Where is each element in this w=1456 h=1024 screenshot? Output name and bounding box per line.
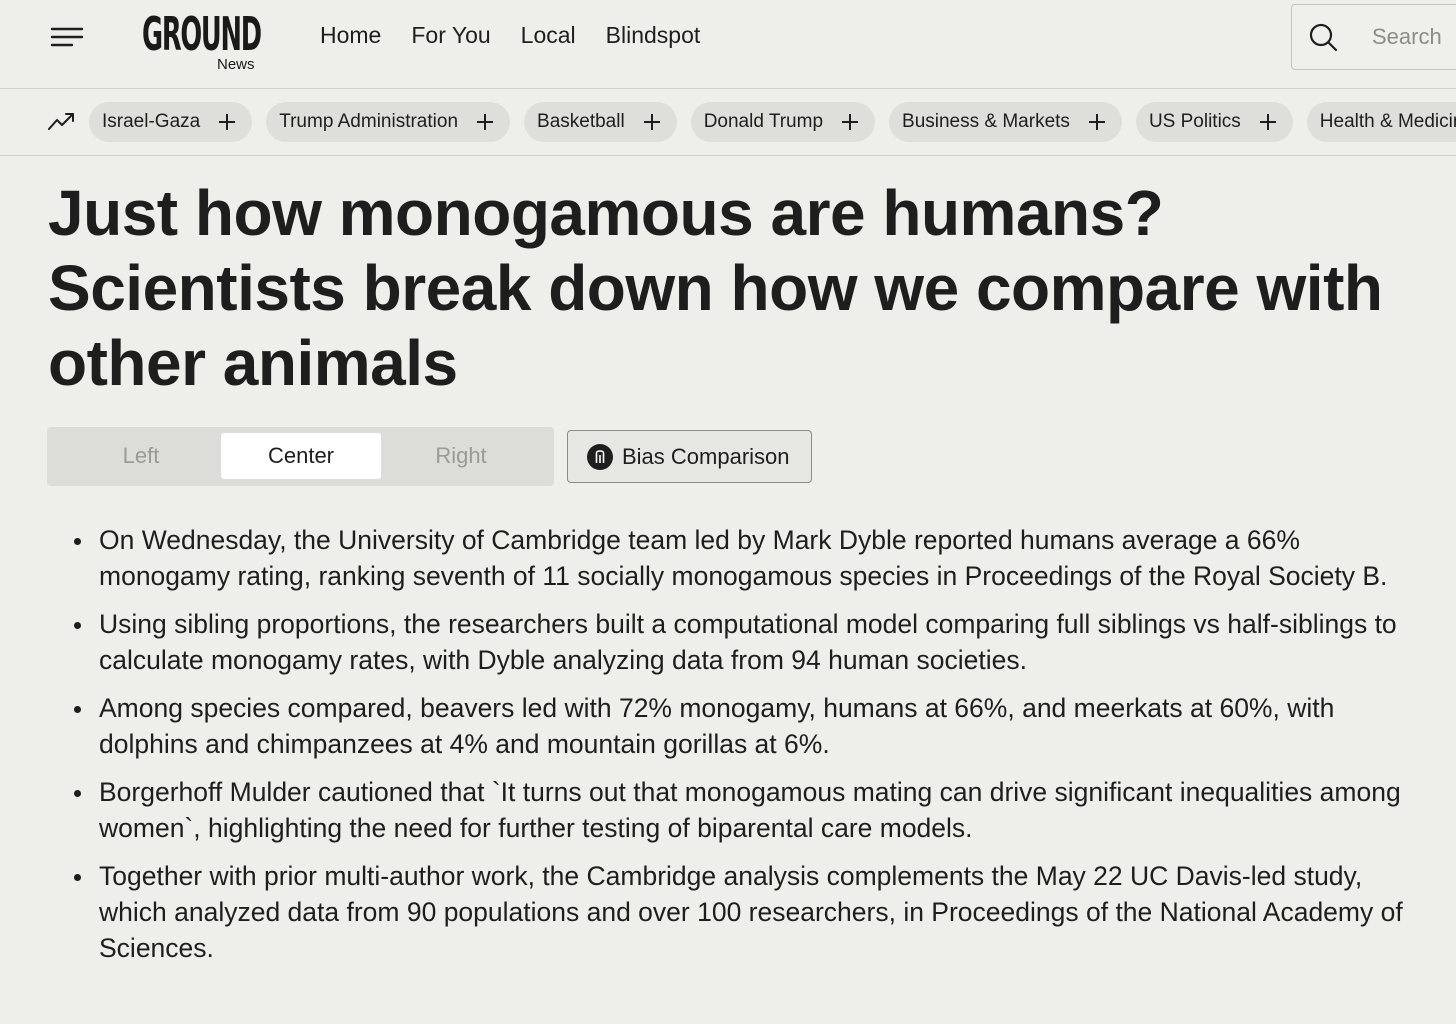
plus-icon[interactable] [1088,113,1106,131]
topic-chip-trump-administration[interactable]: Trump Administration [266,102,511,142]
trending-topics-bar: Israel-Gaza Trump Administration Basketb… [0,89,1456,156]
topic-chip-label: Basketball [537,111,625,132]
menu-icon[interactable] [50,26,84,48]
topic-chip-label: Business & Markets [902,111,1070,132]
search-placeholder: Search [1372,24,1442,49]
summary-point: Borgerhoff Mulder cautioned that `It tur… [48,774,1428,846]
search-input[interactable]: Search [1291,4,1456,70]
topic-chip-label: Trump Administration [279,111,459,132]
ground-news-logo[interactable]: GROUND News [142,6,262,74]
ground-news-icon [587,443,613,470]
topic-chip-health-medicine[interactable]: Health & Medicine [1306,102,1456,142]
trending-icon [48,113,74,130]
summary-point: Using sibling proportions, the researche… [48,606,1428,678]
topic-chip-basketball[interactable]: Basketball [524,102,677,142]
topic-chip-donald-trump[interactable]: Donald Trump [690,102,876,142]
plus-icon[interactable] [1259,113,1277,131]
nav-home[interactable]: Home [320,22,381,49]
bias-tabs: Left Center Right [47,427,554,486]
topic-chip-label: Donald Trump [703,111,824,132]
plus-icon[interactable] [218,113,236,131]
tab-right[interactable]: Right [381,433,541,479]
tab-center[interactable]: Center [221,433,381,479]
summary-point: Among species compared, beavers led with… [48,690,1428,762]
topic-chip-business-markets[interactable]: Business & Markets [889,102,1122,142]
tab-left[interactable]: Left [61,433,221,479]
topic-chips: Israel-Gaza Trump Administration Basketb… [89,102,1456,142]
article-summary-list: On Wednesday, the University of Cambridg… [48,522,1428,978]
topic-chip-label: US Politics [1148,111,1241,132]
topic-chip-israel-gaza[interactable]: Israel-Gaza [89,102,253,142]
topic-chip-label: Health & Medicine [1319,111,1456,132]
main-nav: Home For You Local Blindspot [320,22,700,49]
article-title: Just how monogamous are humans? Scientis… [48,177,1383,399]
topic-chip-label: Israel-Gaza [102,111,201,132]
logo-wordmark: GROUND [142,7,262,61]
logo-subtitle: News [217,56,255,73]
plus-icon[interactable] [643,113,661,131]
bias-comparison-button[interactable]: Bias Comparison [567,430,812,483]
nav-blindspot[interactable]: Blindspot [606,22,701,49]
bias-comparison-label: Bias Comparison [622,443,790,469]
nav-for-you[interactable]: For You [411,22,490,49]
plus-icon[interactable] [476,113,494,131]
nav-local[interactable]: Local [521,22,576,49]
topic-chip-us-politics[interactable]: US Politics [1135,102,1293,142]
summary-point: Together with prior multi-author work, t… [48,858,1428,966]
top-header: GROUND News Home For You Local Blindspot… [0,0,1456,89]
plus-icon[interactable] [841,113,859,131]
summary-point: On Wednesday, the University of Cambridg… [48,522,1428,594]
search-icon [1309,23,1338,52]
